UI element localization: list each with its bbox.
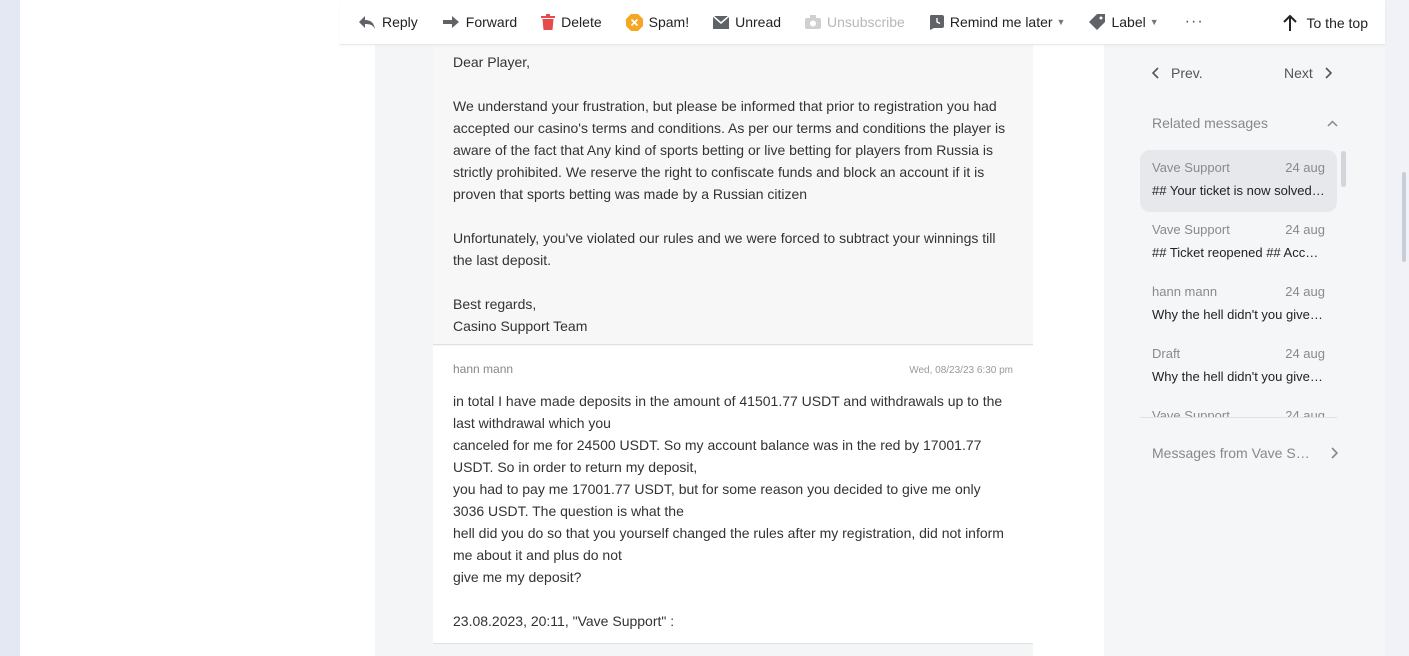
chevron-up-icon — [1327, 119, 1338, 127]
unsubscribe-button[interactable]: Unsubscribe — [805, 14, 905, 30]
quoted-message: hann mann Wed, 08/23/23 6:30 pm in total… — [433, 346, 1033, 644]
related-from: Vave Support — [1152, 160, 1230, 175]
to-top-label: To the top — [1306, 14, 1369, 31]
message-body: in total I have made deposits in the amo… — [453, 390, 1013, 632]
message-sidebar: Prev. Next Related messages Vave Support… — [1104, 45, 1385, 656]
related-scrollbar[interactable] — [1341, 151, 1346, 187]
unread-button[interactable]: Unread — [713, 14, 781, 30]
related-from: hann mann — [1152, 284, 1218, 299]
tag-icon — [1089, 14, 1106, 30]
message-header: hann mann Wed, 08/23/23 6:30 pm — [453, 362, 1013, 376]
delete-button[interactable]: Delete — [541, 14, 602, 30]
related-from: Vave Support — [1152, 222, 1230, 237]
related-message-item[interactable]: Vave Support 24 aug ## Ticket reopened ##… — [1140, 212, 1337, 274]
body-line: you had to pay me 17001.77 USDT, but for… — [453, 481, 981, 519]
body-line: give me my deposit? — [453, 569, 582, 585]
related-from: Vave Support — [1152, 408, 1230, 418]
messages-from-label: Messages from Vave Support — [1152, 445, 1314, 461]
related-date: 24 aug — [1285, 160, 1325, 175]
related-from: Draft — [1152, 346, 1181, 361]
related-message-item[interactable]: Draft 24 aug Why the hell didn't you give… — [1140, 336, 1337, 398]
related-messages-toggle[interactable]: Related messages — [1152, 115, 1338, 131]
message-body: Dear Player, We understand your frustrat… — [453, 51, 1013, 337]
related-subject: Why the hell didn't you give me — [1152, 307, 1325, 322]
related-message-item[interactable]: hann mann 24 aug Why the hell didn't you … — [1140, 274, 1337, 336]
message-thread: Dear Player, We understand your frustrat… — [375, 45, 1033, 656]
related-date: 24 aug — [1285, 222, 1325, 237]
spam-label: Spam! — [648, 14, 690, 30]
related-message-item[interactable]: Vave Support 24 aug ## Your ticket is now… — [1140, 150, 1337, 212]
related-messages-title: Related messages — [1152, 115, 1268, 131]
delete-label: Delete — [561, 14, 602, 30]
body-line: 23.08.2023, 20:11, "Vave Support" : — [453, 613, 675, 629]
forward-button[interactable]: Forward — [442, 14, 517, 30]
reply-label: Reply — [382, 14, 418, 30]
next-button[interactable]: Next — [1284, 65, 1332, 81]
reply-icon — [359, 16, 375, 29]
forward-label: Forward — [465, 14, 518, 30]
related-date: 24 aug — [1285, 408, 1325, 418]
label-label: Label — [1111, 14, 1146, 30]
arrow-up-icon — [1282, 14, 1297, 31]
messages-from-link[interactable]: Messages from Vave Support — [1152, 445, 1338, 461]
sender-name: hann mann — [453, 362, 514, 376]
chevron-down-icon: ▼ — [1149, 17, 1159, 27]
remind-later-button[interactable]: Remind me later ▼ — [929, 14, 1066, 30]
related-messages-list: Vave Support 24 aug ## Your ticket is now… — [1140, 150, 1337, 418]
chevron-left-icon — [1152, 67, 1159, 79]
prev-label: Prev. — [1171, 65, 1203, 81]
unsubscribe-label: Unsubscribe — [827, 14, 905, 30]
related-message-item[interactable]: Vave Support 24 aug — [1140, 398, 1337, 418]
forward-icon — [442, 16, 459, 28]
trash-icon — [541, 14, 556, 30]
quoted-message: Dear Player, We understand your frustrat… — [433, 45, 1033, 345]
spam-button[interactable]: Spam! — [625, 13, 690, 31]
chevron-down-icon: ▼ — [1056, 17, 1066, 27]
related-subject: Why the hell didn't you give me — [1152, 369, 1325, 384]
left-edge — [0, 0, 20, 656]
main-pane: Reply Forward Delete Spam! Unread Unsubs… — [340, 0, 1385, 656]
related-subject: ## Your ticket is now solved ## — [1152, 183, 1325, 198]
message-date: Wed, 08/23/23 6:30 pm — [909, 365, 1013, 376]
body-line: Unfortunately, you've violated our rules… — [453, 230, 996, 268]
chevron-right-icon — [1331, 447, 1338, 459]
body-line: in total I have made deposits in the amo… — [453, 393, 1003, 431]
page-scrollbar[interactable] — [1402, 172, 1406, 262]
body-line: canceled for me for 24500 USDT. So my ac… — [453, 437, 982, 475]
chevron-right-icon — [1325, 67, 1332, 79]
body-line: Best regards, — [453, 296, 537, 312]
body-line: We understand your frustration, but plea… — [453, 98, 1006, 202]
related-date: 24 aug — [1285, 284, 1325, 299]
prev-button[interactable]: Prev. — [1152, 65, 1203, 81]
reply-button[interactable]: Reply — [358, 14, 418, 30]
label-button[interactable]: Label ▼ — [1089, 14, 1159, 30]
body-line: hell did you do so that you yourself cha… — [453, 525, 1004, 563]
spam-icon — [625, 13, 643, 31]
message-toolbar: Reply Forward Delete Spam! Unread Unsubs… — [340, 0, 1385, 45]
related-subject: ## Ticket reopened ## Accepted — [1152, 245, 1325, 260]
remind-icon — [929, 14, 944, 30]
next-label: Next — [1284, 65, 1313, 81]
related-date: 24 aug — [1285, 346, 1325, 361]
to-top-button[interactable]: To the top — [1282, 0, 1369, 45]
remind-later-label: Remind me later — [949, 14, 1053, 30]
page-scroll-area — [1385, 0, 1409, 656]
unsubscribe-icon — [805, 15, 822, 29]
left-pane — [20, 0, 340, 656]
body-line: Dear Player, — [453, 54, 531, 70]
unread-label: Unread — [735, 14, 782, 30]
message-pager: Prev. Next — [1104, 45, 1385, 105]
envelope-icon — [713, 15, 730, 29]
body-line: Casino Support Team — [453, 318, 588, 334]
more-icon[interactable]: ··· — [1185, 13, 1204, 31]
